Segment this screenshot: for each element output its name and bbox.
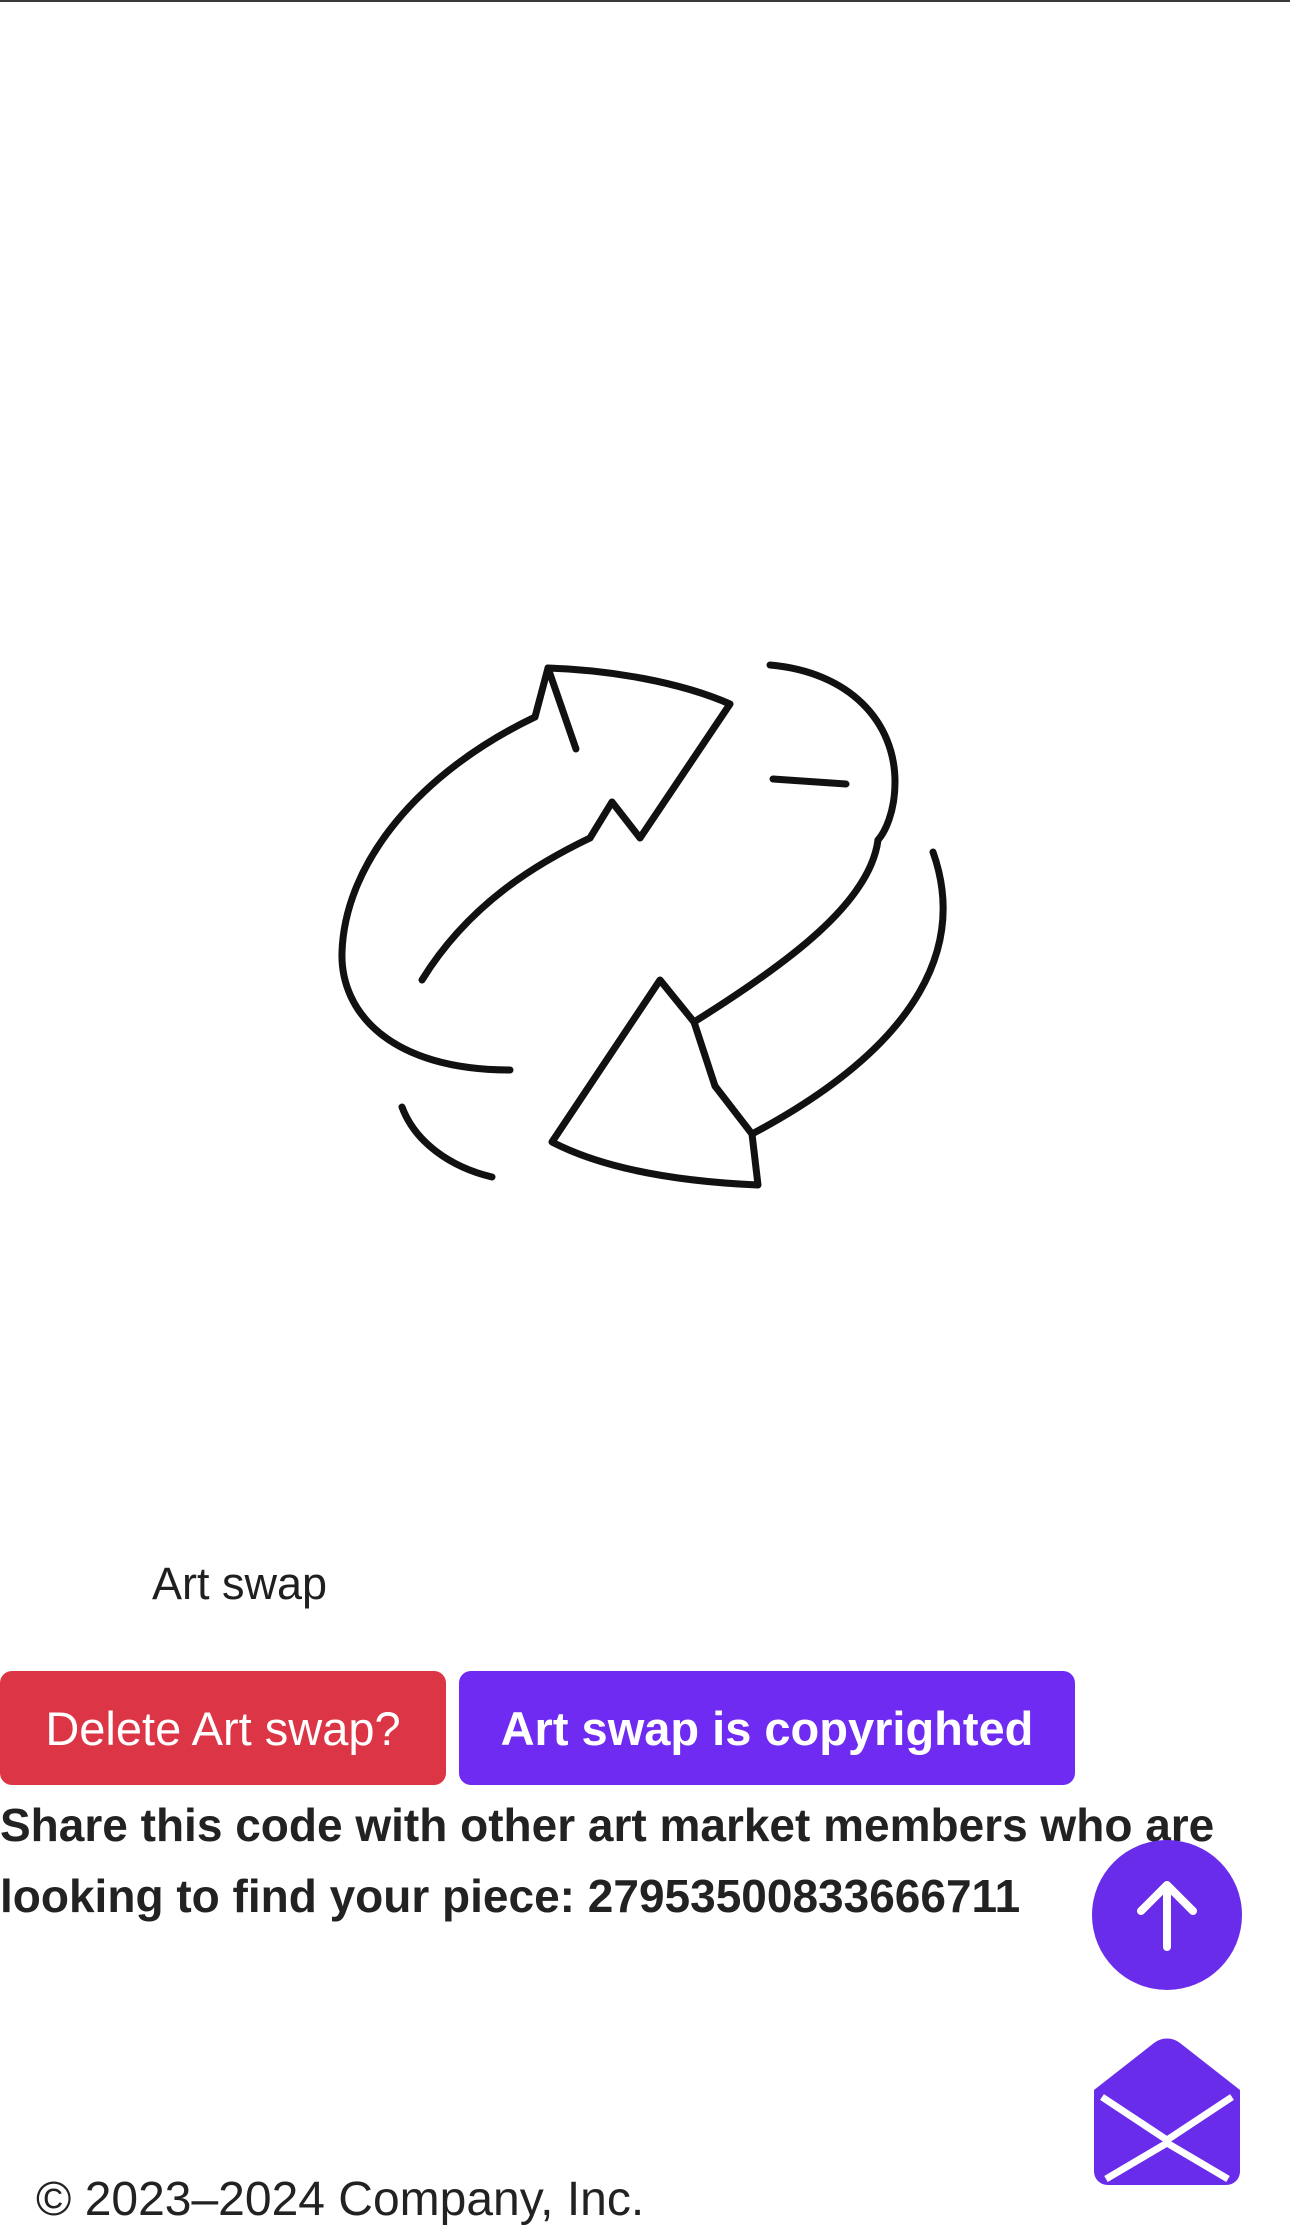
copyright-button[interactable]: Art swap is copyrighted <box>459 1671 1075 1785</box>
arrow-up-icon <box>1137 1881 1197 1951</box>
scroll-to-top-button[interactable] <box>1092 1840 1242 1990</box>
footer-copyright: © 2023–2024 Company, Inc. <box>36 2173 645 2226</box>
art-image <box>338 661 947 1189</box>
art-title: Art swap <box>152 1558 328 1609</box>
mail-button[interactable] <box>1092 2035 1242 2185</box>
swap-arrows-icon <box>338 661 947 1189</box>
open-envelope-icon <box>1094 2038 1240 2185</box>
delete-art-button[interactable]: Delete Art swap? <box>0 1671 446 1785</box>
